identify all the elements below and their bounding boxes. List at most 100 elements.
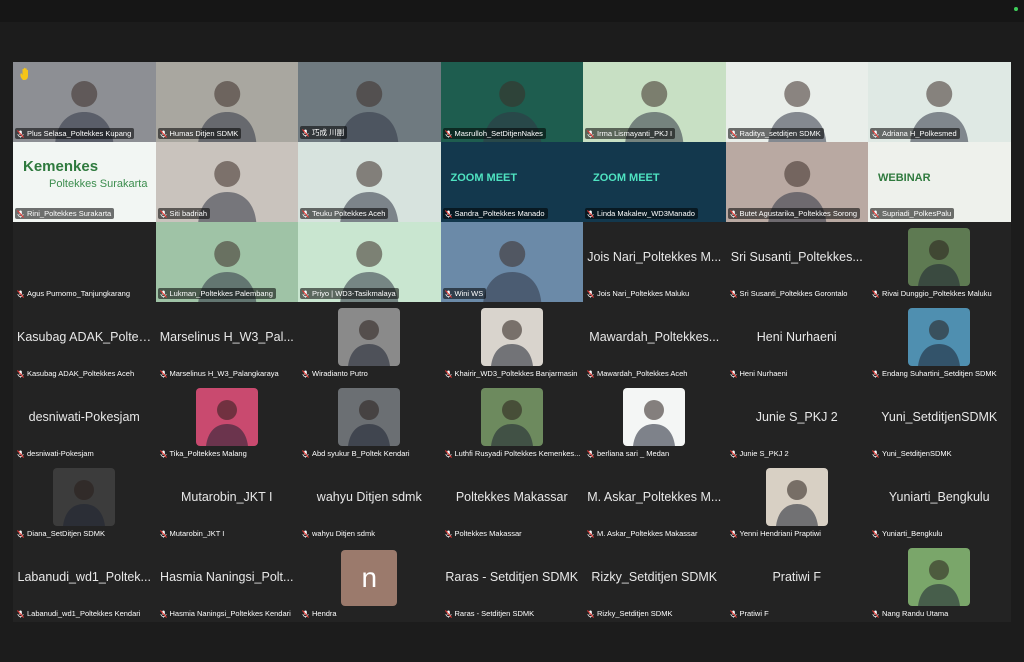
mic-muted-icon bbox=[302, 128, 309, 137]
participant-name: Yuni_SetditjenSDMK bbox=[882, 449, 952, 458]
participant-tile[interactable]: Heni Nurhaeni Heni Nurhaeni bbox=[725, 302, 868, 382]
participant-tile[interactable]: Siti badriah bbox=[155, 142, 298, 222]
person-silhouette-icon bbox=[775, 480, 818, 526]
participant-name: Hasmia Naningsi_Poltekkes Kendari bbox=[169, 609, 291, 618]
participant-tile[interactable]: desniwati-Pokesjam desniwati-Pokesjam bbox=[13, 382, 156, 462]
participant-video bbox=[908, 228, 971, 286]
mic-muted-icon bbox=[444, 129, 452, 138]
participant-tile[interactable]: Lukman_Poltekkes Palembang bbox=[155, 222, 298, 302]
participant-name-label: Raditya_setditjen SDMK bbox=[727, 128, 824, 139]
participant-tile[interactable]: Junie S_PKJ 2 Junie S_PKJ 2 bbox=[725, 382, 868, 462]
participant-tile[interactable]: Nang Randu Utama bbox=[868, 542, 1011, 622]
participant-tile[interactable]: Rivai Dunggio_Poltekkes Maluku bbox=[868, 222, 1011, 302]
participant-tile[interactable]: Jois Nari_Poltekkes M... Jois Nari_Poltek… bbox=[583, 222, 726, 302]
participant-tile[interactable]: 巧成 川副 bbox=[298, 62, 441, 142]
participant-tile[interactable]: Kasubag ADAK_Poltek... Kasubag ADAK_Polte… bbox=[13, 302, 156, 382]
participant-tile[interactable]: ZOOM MEET Sandra_Poltekkes Manado bbox=[440, 142, 583, 222]
mic-muted-icon bbox=[729, 209, 737, 218]
mic-muted-icon bbox=[302, 609, 309, 618]
participant-name: desniwati-Pokesjam bbox=[27, 449, 94, 458]
participant-tile[interactable]: Yenni Hendriani Praptiwi bbox=[725, 462, 868, 542]
participant-name-label: Endang Suhartini_Setditjen SDMK bbox=[870, 368, 1000, 379]
participant-name-label: Wini WS bbox=[442, 288, 487, 299]
participant-name: Yuniarti_Bengkulu bbox=[882, 529, 943, 538]
slide-title: Kemenkes bbox=[23, 158, 99, 175]
person-silhouette-icon bbox=[348, 320, 391, 366]
participant-display-name: Yuniarti_Bengkulu bbox=[888, 490, 990, 504]
mic-muted-icon bbox=[302, 209, 309, 218]
mic-muted-icon bbox=[17, 609, 24, 618]
participant-tile[interactable]: wahyu Ditjen sdmk wahyu Ditjen sdmk bbox=[298, 462, 441, 542]
participant-tile[interactable]: Wini WS bbox=[440, 222, 583, 302]
participant-tile[interactable]: Hasmia Naningsi_Polt... Hasmia Naningsi_P… bbox=[155, 542, 298, 622]
participant-tile[interactable]: Masrulloh_SetDitjenNakes bbox=[440, 62, 583, 142]
mic-muted-icon bbox=[872, 449, 879, 458]
participant-tile[interactable]: Pratiwi F Pratiwi F bbox=[725, 542, 868, 622]
participant-tile[interactable]: Labanudi_wd1_Poltek... Labanudi_wd1_Polte… bbox=[13, 542, 156, 622]
participant-name-label: Marselinus H_W3_Palangkaraya bbox=[158, 368, 282, 379]
participant-name: Pratiwi F bbox=[739, 609, 769, 618]
participant-tile[interactable]: Raditya_setditjen SDMK bbox=[725, 62, 868, 142]
participant-tile[interactable]: Marselinus H_W3_Pal... Marselinus H_W3_Pa… bbox=[155, 302, 298, 382]
mic-muted-icon bbox=[159, 529, 167, 538]
participant-tile[interactable]: Irma Lismayanti_PKJ I bbox=[583, 62, 726, 142]
participant-tile[interactable]: Sri Susanti_Poltekkes... Sri Susanti_Polt… bbox=[725, 222, 868, 302]
slide-subtitle: Poltekkes Surakarta bbox=[49, 178, 148, 190]
participant-name: Labanudi_wd1_Poltekkes Kendari bbox=[27, 609, 141, 618]
participant-tile[interactable]: Butet Agustarika_Poltekkes Sorong bbox=[725, 142, 868, 222]
mic-muted-icon bbox=[444, 449, 452, 458]
mic-muted-icon bbox=[302, 529, 309, 538]
participant-tile[interactable]: Kemenkes Poltekkes Surakarta Rini_Poltekke… bbox=[13, 142, 156, 222]
person-silhouette-icon bbox=[205, 400, 248, 446]
mic-muted-icon bbox=[729, 369, 737, 378]
participant-tile[interactable]: Plus Selasa_Poltekkes Kupang bbox=[13, 62, 156, 142]
participant-tile[interactable]: Teuku Poltekkes Aceh bbox=[298, 142, 441, 222]
participant-video bbox=[480, 388, 543, 446]
participant-tile[interactable]: Mutarobin_JKT I Mutarobin_JKT I bbox=[155, 462, 298, 542]
person-silhouette-icon bbox=[918, 560, 961, 606]
participant-name-label: Mutarobin_JKT I bbox=[158, 528, 228, 539]
participant-tile[interactable]: M. Askar_Poltekkes M... M. Askar_Poltekke… bbox=[583, 462, 726, 542]
participant-name: Yenni Hendriani Praptiwi bbox=[739, 529, 821, 538]
participant-tile[interactable]: n Hendra bbox=[298, 542, 441, 622]
participant-name-label: berliana sari _ Medan bbox=[585, 448, 672, 459]
participant-tile[interactable]: Humas Ditjen SDMK bbox=[155, 62, 298, 142]
participant-tile[interactable]: Priyo | WD3-Tasikmalaya bbox=[298, 222, 441, 302]
participant-tile[interactable]: Khairir_WD3_Poltekkes Banjarmasin bbox=[440, 302, 583, 382]
participant-tile[interactable]: Yuni_SetditjenSDMK Yuni_SetditjenSDMK bbox=[868, 382, 1011, 462]
participant-tile[interactable]: Yuniarti_Bengkulu Yuniarti_Bengkulu bbox=[868, 462, 1011, 542]
participant-tile[interactable]: Agus Purnomo_Tanjungkarang bbox=[13, 222, 156, 302]
participant-name: Teuku Poltekkes Aceh bbox=[312, 209, 386, 218]
participant-video bbox=[623, 388, 686, 446]
participant-tile[interactable]: Rizky_Setditjen SDMK Rizky_Setditjen SDMK bbox=[583, 542, 726, 622]
participant-display-name: Heni Nurhaeni bbox=[756, 330, 837, 344]
mic-muted-icon bbox=[587, 129, 594, 138]
participant-tile[interactable]: Mawardah_Poltekkes... Mawardah_Poltekkes … bbox=[583, 302, 726, 382]
participant-tile[interactable]: Raras - Setditjen SDMK Raras - Setditjen … bbox=[440, 542, 583, 622]
participant-tile[interactable]: ZOOM MEET Linda Makalew_WD3Manado bbox=[583, 142, 726, 222]
participant-name-label: Labanudi_wd1_Poltekkes Kendari bbox=[15, 608, 143, 619]
mic-muted-icon bbox=[159, 129, 167, 138]
participant-tile[interactable]: Wiradianto Putro bbox=[298, 302, 441, 382]
mic-muted-icon bbox=[444, 289, 452, 298]
participant-name: Raras - Setditjen SDMK bbox=[454, 609, 535, 618]
participant-name-label: Heni Nurhaeni bbox=[728, 368, 791, 379]
participant-display-name: Sri Susanti_Poltekkes... bbox=[730, 250, 863, 264]
participant-tile[interactable]: Diana_SetDitjen SDMK bbox=[13, 462, 156, 542]
mic-muted-icon bbox=[159, 209, 167, 218]
participant-name-label: Kasubag ADAK_Poltekkes Aceh bbox=[15, 368, 137, 379]
participant-tile[interactable]: Tika_Poltekkes Malang bbox=[155, 382, 298, 462]
slide-title: ZOOM MEET bbox=[450, 172, 518, 184]
participant-tile[interactable]: WEBINAR Supriadi_PolkesPalu bbox=[868, 142, 1011, 222]
participant-tile[interactable]: Abd syukur B_Poltek Kendari bbox=[298, 382, 441, 462]
participant-tile[interactable]: Luthfi Rusyadi Poltekkes Kemenkes... bbox=[440, 382, 583, 462]
mic-muted-icon bbox=[17, 289, 24, 298]
participant-name-label: Rivai Dunggio_Poltekkes Maluku bbox=[870, 288, 995, 299]
participant-tile[interactable]: Endang Suhartini_Setditjen SDMK bbox=[868, 302, 1011, 382]
participant-display-name: Mutarobin_JKT I bbox=[181, 490, 273, 504]
participant-name: Abd syukur B_Poltek Kendari bbox=[312, 449, 410, 458]
participant-tile[interactable]: berliana sari _ Medan bbox=[583, 382, 726, 462]
mic-muted-icon bbox=[872, 289, 879, 298]
participant-tile[interactable]: Poltekkes Makassar Poltekkes Makassar bbox=[440, 462, 583, 542]
participant-tile[interactable]: Adriana H_Polkesmed bbox=[868, 62, 1011, 142]
